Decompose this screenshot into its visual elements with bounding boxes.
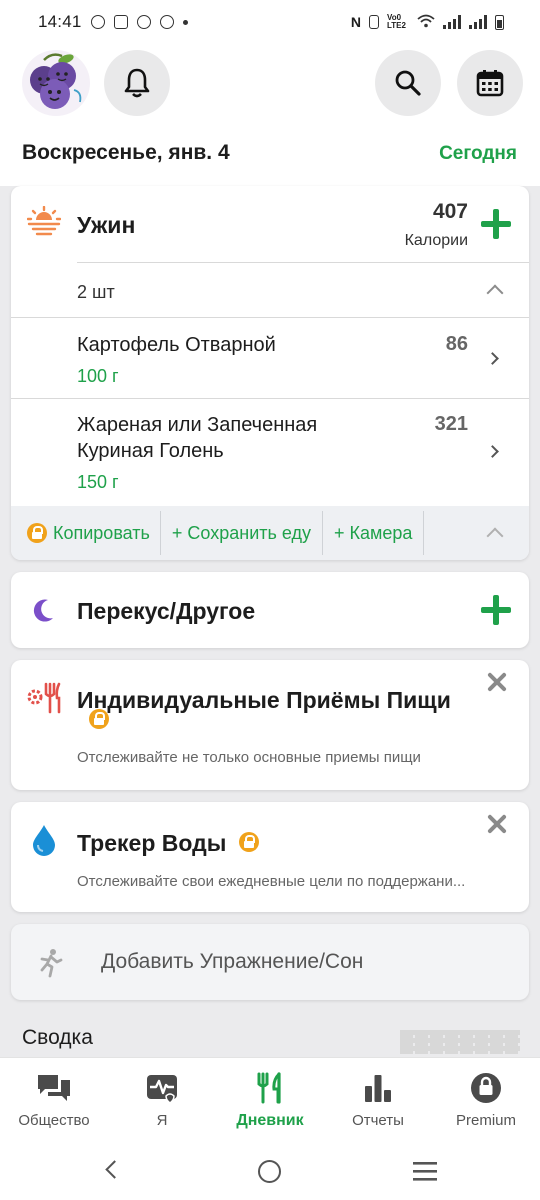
battery-icon <box>495 14 504 30</box>
dinner-calories-label: Калории <box>404 232 468 249</box>
water-tracker-description: Отслеживайте свои ежедневные цели по под… <box>77 873 466 890</box>
status-time: 14:41 <box>38 12 82 31</box>
plum-avatar-icon <box>30 53 82 109</box>
running-person-icon <box>37 948 63 983</box>
food-amount: 150 г <box>77 472 119 492</box>
bottom-navigation: Общество Я Дневник Отчеты Premium <box>0 1057 540 1143</box>
add-exercise-label: Добавить Упражнение/Сон <box>101 950 364 973</box>
current-date[interactable]: Воскресенье, янв. 4 <box>22 141 230 165</box>
chevron-right-icon <box>486 445 499 458</box>
home-icon[interactable] <box>258 1160 281 1183</box>
item-count: 2 шт <box>77 282 115 302</box>
recents-icon[interactable] <box>413 1162 437 1181</box>
copy-button[interactable]: Копировать <box>11 506 160 560</box>
nav-label: Я <box>156 1112 168 1129</box>
nav-label: Отчеты <box>352 1112 404 1129</box>
dinner-items-toggle[interactable]: 2 шт <box>11 263 529 317</box>
top-header: Воскресенье, янв. 4 Сегодня <box>0 44 540 186</box>
more-notifications-icon <box>182 19 188 25</box>
nav-community[interactable]: Общество <box>0 1058 108 1143</box>
status-bar: 14:41 N Vo0 LTE2 <box>0 0 540 44</box>
nav-diary[interactable]: Дневник <box>216 1058 324 1143</box>
custom-meals-card[interactable]: Индивидуальные Приёмы Пищи Отслеживайте … <box>11 660 529 790</box>
today-link[interactable]: Сегодня <box>439 143 517 165</box>
whatsapp-icon <box>90 15 105 29</box>
dismiss-custom-meals-button[interactable] <box>487 672 507 692</box>
summary-title: Сводка <box>22 1026 93 1049</box>
food-name: Картофель Отварной <box>77 334 276 356</box>
moon-icon <box>33 598 55 627</box>
sunset-icon <box>26 205 62 241</box>
chevron-right-icon <box>486 352 499 365</box>
bell-icon <box>124 68 150 98</box>
bar-chart-icon <box>365 1075 391 1102</box>
fan-notification-icon <box>159 15 174 29</box>
nav-label: Дневник <box>236 1112 304 1129</box>
nav-label: Общество <box>18 1112 90 1129</box>
nav-label: Premium <box>455 1112 516 1129</box>
fork-knife-icon <box>257 1072 281 1104</box>
water-tracker-title: Трекер Воды <box>77 830 227 856</box>
heart-pulse-icon <box>147 1075 177 1104</box>
copy-label: Копировать <box>53 522 150 543</box>
avatar[interactable] <box>22 50 90 116</box>
nfc-icon: N <box>350 14 361 30</box>
dinner-title: Ужин <box>77 212 136 238</box>
nav-premium[interactable]: Premium <box>432 1058 540 1143</box>
meal-action-bar: Копировать + Сохранить еду + Камера <box>11 506 529 560</box>
water-drop-icon <box>31 824 57 861</box>
water-tracker-card[interactable]: Трекер Воды Отслеживайте свои ежедневные… <box>11 802 529 912</box>
network-type-label: Vo0 LTE2 <box>387 13 406 30</box>
add-dinner-food-button[interactable] <box>481 209 511 239</box>
gallery-notification-icon <box>113 15 128 29</box>
summary-grid-placeholder <box>400 1030 520 1054</box>
food-item[interactable]: Жареная или Запеченная Куриная Голень 32… <box>11 399 529 506</box>
premium-lock-icon <box>27 523 47 543</box>
vibrate-icon <box>369 15 379 29</box>
food-calories: 86 <box>445 333 468 355</box>
signal-2-icon <box>469 15 487 29</box>
camera-button[interactable]: + Камера <box>323 506 423 560</box>
system-navigation-bar <box>0 1143 540 1200</box>
wifi-icon <box>417 14 435 31</box>
dismiss-water-tracker-button[interactable] <box>487 814 507 834</box>
premium-lock-icon <box>239 832 259 852</box>
custom-meals-description: Отслеживайте не только основные приемы п… <box>77 749 421 766</box>
food-item[interactable]: Картофель Отварной 86 100 г <box>11 318 529 398</box>
dinner-calories: 407 <box>432 200 468 223</box>
back-icon[interactable] <box>105 1160 124 1179</box>
custom-meals-title: Индивидуальные Приёмы Пищи <box>77 687 451 713</box>
search-button[interactable] <box>375 50 441 116</box>
nav-me[interactable]: Я <box>108 1058 216 1143</box>
add-exercise-button[interactable]: Добавить Упражнение/Сон <box>11 924 529 1000</box>
snack-title: Перекус/Другое <box>77 598 256 624</box>
chat-icon <box>38 1075 70 1101</box>
add-snack-button[interactable] <box>481 595 511 625</box>
food-amount: 100 г <box>77 366 119 386</box>
custom-meal-utensils-icon <box>26 680 62 719</box>
save-food-button[interactable]: + Сохранить еду <box>161 506 322 560</box>
calendar-icon <box>476 70 504 97</box>
premium-lock-icon <box>471 1073 501 1103</box>
camera-label: + Камера <box>334 522 413 543</box>
shield-notification-icon <box>136 15 151 29</box>
food-name: Жареная или Запеченная Куриная Голень <box>77 414 318 462</box>
collapse-chevron-icon <box>486 527 504 545</box>
signal-1-icon <box>443 15 461 29</box>
save-food-label: + Сохранить еду <box>171 522 311 543</box>
food-calories: 321 <box>434 413 468 435</box>
snack-card[interactable]: Перекус/Другое <box>11 572 529 648</box>
collapse-chevron-icon <box>486 284 504 302</box>
dinner-card: Ужин 407 Калории 2 шт Картофель Отварной… <box>11 186 529 560</box>
search-icon <box>395 70 421 96</box>
nav-reports[interactable]: Отчеты <box>324 1058 432 1143</box>
calendar-button[interactable] <box>457 50 523 116</box>
notifications-button[interactable] <box>104 50 170 116</box>
dinner-header[interactable]: Ужин 407 Калории <box>11 186 529 262</box>
collapse-actions-button[interactable] <box>424 506 529 560</box>
premium-lock-icon <box>89 709 109 729</box>
